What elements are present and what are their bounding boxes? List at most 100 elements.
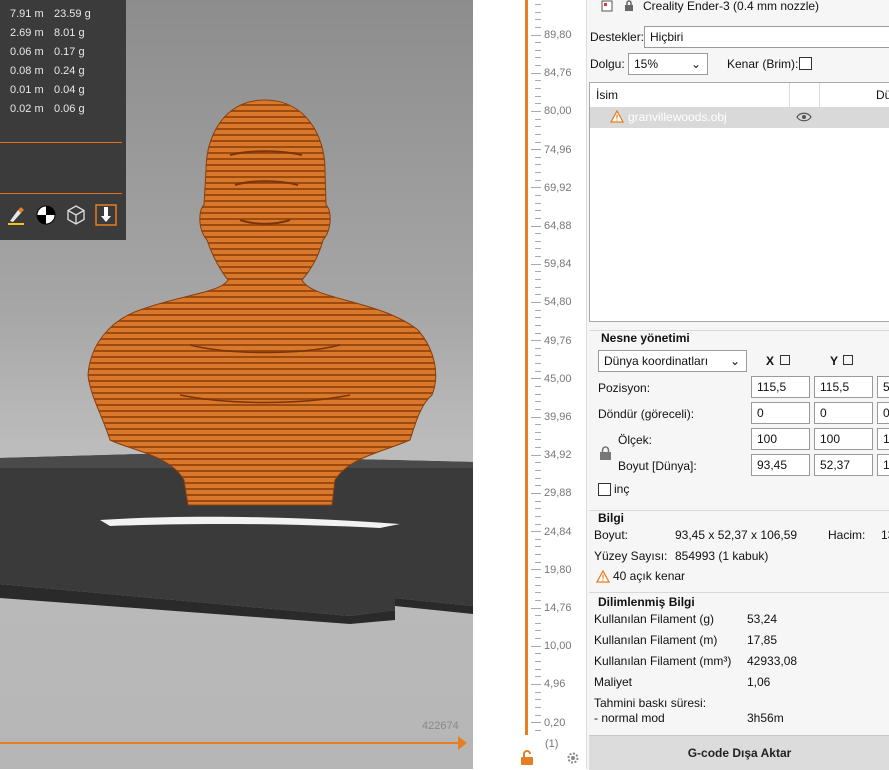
object-list[interactable]: İsim Dü granvillewoods.obj [589,82,889,322]
slider-tick-label: 64,88 [544,220,572,232]
slider-scale-mark [535,355,541,357]
column-divider [789,83,790,107]
3d-model-bust[interactable] [80,95,450,535]
slider-scale-mark [535,653,541,655]
slider-scale-mark [535,233,541,235]
coordinate-mode-select[interactable]: Dünya koordinatları ⌄ [598,350,747,372]
slider-tick-label: 10,00 [544,640,572,653]
scale-y-input[interactable]: 100 [814,428,873,450]
slider-scale-mark [535,133,541,135]
column-name-header[interactable]: İsim [596,88,618,102]
slider-scale-mark [535,65,541,67]
lock-icon[interactable] [623,0,635,12]
stat-length: 0.02 m [10,103,44,115]
slider-scale-mark [535,26,541,28]
slider-scale-mark [535,164,541,166]
position-z-input[interactable]: 5 [877,376,889,398]
viewport-counter: 422674 [422,720,459,732]
size-z-input[interactable]: 10 [877,454,889,476]
stat-weight: 8.01 g [54,27,85,39]
slider-scale-mark [535,210,541,212]
slider-scale-mark [535,286,541,288]
print-mode-label: - normal mod [594,711,665,725]
slider-scale-mark [531,301,541,303]
size-x-input[interactable]: 93,45 [751,454,810,476]
slider-scale-mark [535,431,541,433]
slider-scale-mark [531,34,541,36]
slider-scale-mark [531,187,541,189]
slider-scale-mark [535,347,541,349]
info-volume-value: 139741 [881,528,889,542]
slider-scale-mark [531,72,541,74]
slider-tick-label: 0,20 [544,716,566,729]
paint-brush-icon[interactable] [5,204,27,226]
slider-scale-mark [535,80,541,82]
drop-to-bed-icon[interactable] [843,355,853,365]
object-row[interactable]: granvillewoods.obj [590,107,889,128]
lock-icon[interactable] [599,446,612,461]
slider-scale-mark [531,340,541,342]
slider-scale-mark [535,179,541,181]
printer-name[interactable]: Creality Ender-3 (0.4 mm nozzle) [643,0,819,13]
stat-length: 7.91 m [10,8,44,20]
slider-scale-mark [535,4,541,5]
infill-label: Dolgu: [590,57,625,71]
slider-scale-mark [535,386,541,387]
lock-icon[interactable] [519,750,535,766]
slider-scale-mark [535,271,541,273]
slider-tick-label: 34,92 [544,449,572,462]
export-gcode-button[interactable]: G-code Dışa Aktar [589,735,889,770]
stat-row: 2.69 m 8.01 g [10,25,85,41]
position-x-input[interactable]: 115,5 [751,376,810,398]
slider-scale-mark [535,95,541,97]
supports-label: Destekler: [590,30,645,44]
sliced-info-section [589,592,889,593]
3d-viewport[interactable]: 7.91 m 23.59 g 2.69 m 8.01 g 0.06 m 0.17 g … [0,0,473,769]
brim-label: Kenar (Brim): [727,57,799,71]
column-extra-header[interactable]: Dü [876,88,889,102]
lay-on-face-icon[interactable] [95,204,117,226]
rotate-x-input[interactable]: 0 [751,402,810,424]
slider-scale-mark [535,699,541,701]
layer-height-slider[interactable]: 89,80 84,76 80,00 74,96 69,92 64,88 59,84 54,80… [473,0,586,769]
slider-track[interactable] [525,0,528,735]
horizontal-slider-track[interactable] [0,742,460,744]
slider-scale-mark [535,630,541,632]
stat-weight: 0.24 g [54,65,85,77]
slider-scale-mark [535,500,541,502]
position-y-input[interactable]: 115,5 [814,376,873,398]
brim-checkbox[interactable] [799,57,812,70]
sliced-row-value: 53,24 [747,612,778,626]
slider-scale-mark [535,615,541,617]
slider-scale-mark [531,225,541,227]
divider [0,193,122,194]
drop-to-bed-icon[interactable] [780,355,790,365]
info-section [589,510,889,511]
slider-scale-mark [535,676,541,678]
info-facets-value: 854993 (1 kabuk) [675,549,769,563]
rotate-y-input[interactable]: 0 [814,402,873,424]
scale-z-input[interactable]: 10 [877,428,889,450]
slider-tick-label: 89,80 [544,29,572,41]
center-of-mass-icon[interactable] [35,204,57,226]
rotate-z-input[interactable]: 0 [877,402,889,424]
eye-icon[interactable] [796,112,812,122]
sliced-row-label: Maliyet [594,675,633,689]
wireframe-cube-icon[interactable] [65,204,87,226]
inches-checkbox[interactable] [598,483,611,496]
slider-scale-mark [535,401,541,403]
sliced-row-value: 42933,08 [747,654,798,668]
chevron-down-icon: ⌄ [690,57,701,71]
slider-scale-mark [535,332,541,334]
supports-select[interactable]: Hiçbiri [644,26,889,48]
scale-x-input[interactable]: 100 [751,428,810,450]
print-time-label: Tahmini baskı süresi: [594,696,707,710]
slider-scale-mark [535,103,541,105]
size-y-input[interactable]: 52,37 [814,454,873,476]
infill-select[interactable]: 15% ⌄ [628,53,708,75]
size-label: Boyut [Dünya]: [618,459,697,473]
horizontal-slider-arrow-icon[interactable] [458,736,467,750]
slider-scale-mark [535,49,541,51]
gear-icon[interactable] [566,751,580,765]
stat-length: 0.06 m [10,46,44,58]
